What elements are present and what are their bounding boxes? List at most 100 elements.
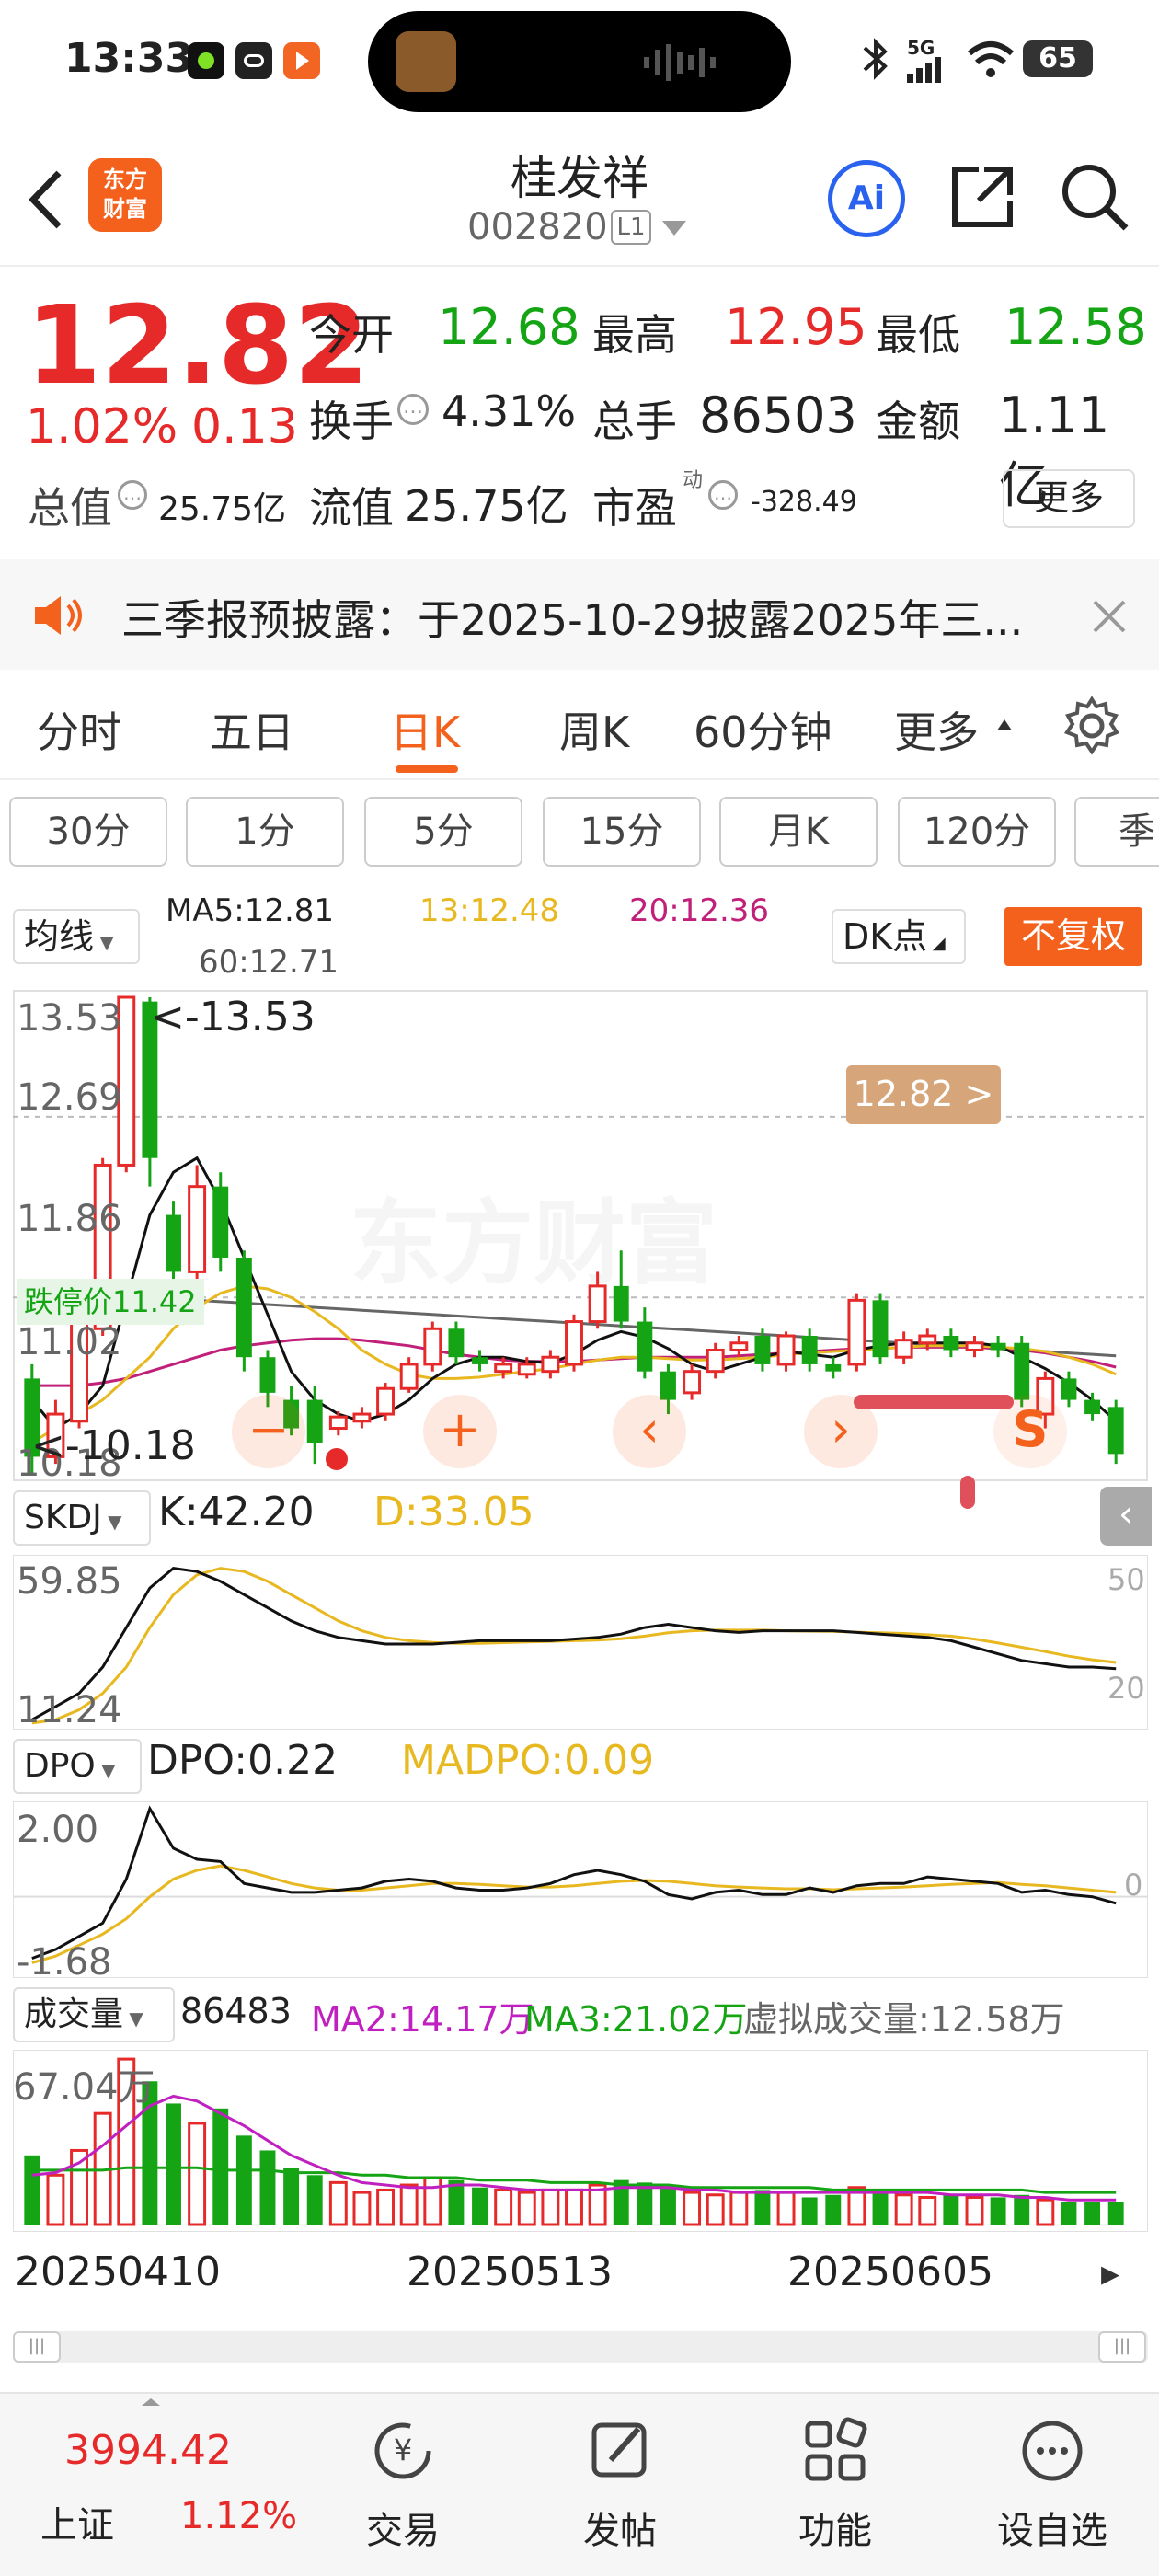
wifi-icon	[968, 41, 1014, 77]
battery-indicator: 65	[1023, 40, 1093, 77]
period-quarterly[interactable]: 季	[1074, 797, 1159, 867]
turnover-value: 4.31%	[442, 386, 577, 436]
info-icon[interactable]: …	[118, 480, 147, 510]
dk-point-selector[interactable]: DK点 ◢	[832, 909, 966, 964]
adjust-toggle[interactable]: 不复权	[1004, 907, 1142, 966]
candle-body	[754, 1336, 771, 1364]
gear-icon[interactable]	[1061, 696, 1122, 756]
status-time: 13:33	[64, 35, 194, 82]
range-bar	[854, 1395, 1014, 1409]
skdj-chart[interactable]	[13, 1555, 1148, 1730]
more-quote-button[interactable]: 更多	[1003, 469, 1135, 528]
mktcap-label: 总值	[28, 483, 112, 533]
tab-five-day[interactable]: 五日	[210, 699, 294, 760]
candle-body	[1014, 1342, 1030, 1400]
skdj-k-line	[31, 1567, 1117, 1721]
dpo-selector[interactable]: DPO ▼	[13, 1739, 142, 1794]
period-1min[interactable]: 1分	[186, 797, 344, 867]
tab-weekly-k[interactable]: 周K	[559, 699, 629, 760]
index-value[interactable]: 3994.42	[64, 2427, 232, 2474]
candle-body	[660, 1371, 676, 1400]
volume-bar	[283, 2168, 300, 2225]
volume-bar	[729, 2191, 749, 2226]
info-icon[interactable]: …	[708, 480, 738, 510]
dpo-chart[interactable]	[13, 1801, 1148, 1978]
candle-body	[352, 1412, 372, 1423]
volume-bar	[965, 2195, 984, 2226]
high-label: 最高	[592, 310, 677, 360]
ma-selector[interactable]: 均线 ▼	[13, 909, 140, 964]
volume-bar	[472, 2187, 488, 2225]
nav-functions[interactable]: 功能	[771, 2394, 900, 2554]
tab-daily-k[interactable]: 日K	[390, 699, 460, 760]
volume-selector[interactable]: 成交量 ▼	[13, 1987, 175, 2042]
ai-button[interactable]: Ai	[828, 160, 905, 237]
info-icon[interactable]: …	[397, 394, 429, 425]
dpo-ref-0: 0	[1124, 1868, 1143, 1903]
date-label-3: 20250605	[787, 2248, 993, 2295]
index-name[interactable]: 上证	[40, 2495, 114, 2548]
dropdown-triangle-icon[interactable]	[660, 219, 688, 237]
candle-body	[990, 1342, 1006, 1351]
chart-scrollbar[interactable]	[13, 2331, 1148, 2363]
tab-minute[interactable]: 分时	[37, 699, 121, 760]
period-5min[interactable]: 5分	[364, 797, 522, 867]
change-amount: 0.13	[191, 399, 298, 454]
candle-body	[613, 1285, 629, 1322]
expand-indicator-icon[interactable]	[140, 2394, 162, 2406]
period-15min[interactable]: 15分	[543, 797, 701, 867]
bottom-nav: 3994.42 上证 1.12% ¥ 交易 发帖 功能 设自选	[0, 2392, 1159, 2576]
candle-body	[683, 1370, 702, 1395]
tab-60min[interactable]: 60分钟	[694, 699, 832, 760]
candle-body	[448, 1328, 465, 1358]
candle-body	[588, 1284, 607, 1324]
pe-label: 市盈	[592, 483, 677, 533]
change-percent: 1.02%	[26, 399, 178, 454]
close-icon[interactable]	[1091, 598, 1128, 635]
candle-body	[376, 1386, 396, 1416]
tab-more[interactable]: 更多	[894, 699, 979, 760]
candle-body	[541, 1355, 560, 1374]
scroll-left-button[interactable]: ‹	[613, 1395, 686, 1468]
zoom-in-button[interactable]: +	[423, 1395, 497, 1468]
volume-bar	[1061, 2202, 1077, 2225]
period-monthly[interactable]: 月K	[719, 797, 878, 867]
candle-body	[776, 1334, 796, 1366]
share-icon[interactable]	[947, 162, 1017, 232]
volume-bar	[188, 2122, 207, 2226]
volume-chart[interactable]	[13, 2050, 1148, 2232]
volume-bar	[24, 2155, 40, 2225]
ma60-value: 60:12.71	[199, 944, 339, 981]
candle-body	[517, 1363, 536, 1376]
period-120min[interactable]: 120分	[898, 797, 1056, 867]
search-icon[interactable]	[1058, 160, 1131, 234]
nav-post[interactable]: 发帖	[556, 2394, 684, 2554]
skdj-selector[interactable]: SKDJ ▼	[13, 1490, 151, 1546]
candle-body	[825, 1363, 842, 1372]
collapse-panel-button[interactable]: ‹	[1100, 1487, 1152, 1546]
scroll-handle-left[interactable]: |||	[13, 2331, 61, 2363]
open-label: 今开	[309, 310, 394, 360]
skdj-ref-50: 50	[1107, 1562, 1145, 1597]
dpo-value: DPO:0.22	[147, 1737, 339, 1784]
nav-add-watchlist[interactable]: 设自选	[988, 2394, 1117, 2554]
pe-value: -328.49	[751, 486, 857, 518]
volume-bar	[352, 2191, 372, 2226]
period-30min[interactable]: 30分	[9, 797, 167, 867]
notice-banner[interactable]: 三季报预披露：于2025-10-29披露2025年三...	[0, 559, 1159, 670]
scroll-latest-icon[interactable]: ▸	[1085, 2248, 1135, 2298]
current-price-tag[interactable]: 12.82 >	[846, 1065, 1001, 1124]
float-label: 流值	[309, 483, 394, 533]
nav-trade[interactable]: ¥ 交易	[339, 2394, 467, 2554]
volume-bar	[1107, 2202, 1124, 2225]
panel-border	[13, 1801, 1148, 1978]
volume-label: 总手	[592, 397, 677, 446]
zoom-out-button[interactable]: −	[232, 1395, 305, 1468]
stock-code: 002820	[467, 206, 608, 248]
skdj-ref-20: 20	[1107, 1671, 1145, 1706]
low-marker: <-10.18	[31, 1422, 196, 1469]
madpo-value: MADPO:0.09	[401, 1737, 655, 1784]
index-change[interactable]: 1.12%	[180, 2495, 297, 2537]
scroll-handle-right[interactable]: |||	[1098, 2331, 1146, 2363]
date-label-1: 20250410	[15, 2248, 221, 2295]
